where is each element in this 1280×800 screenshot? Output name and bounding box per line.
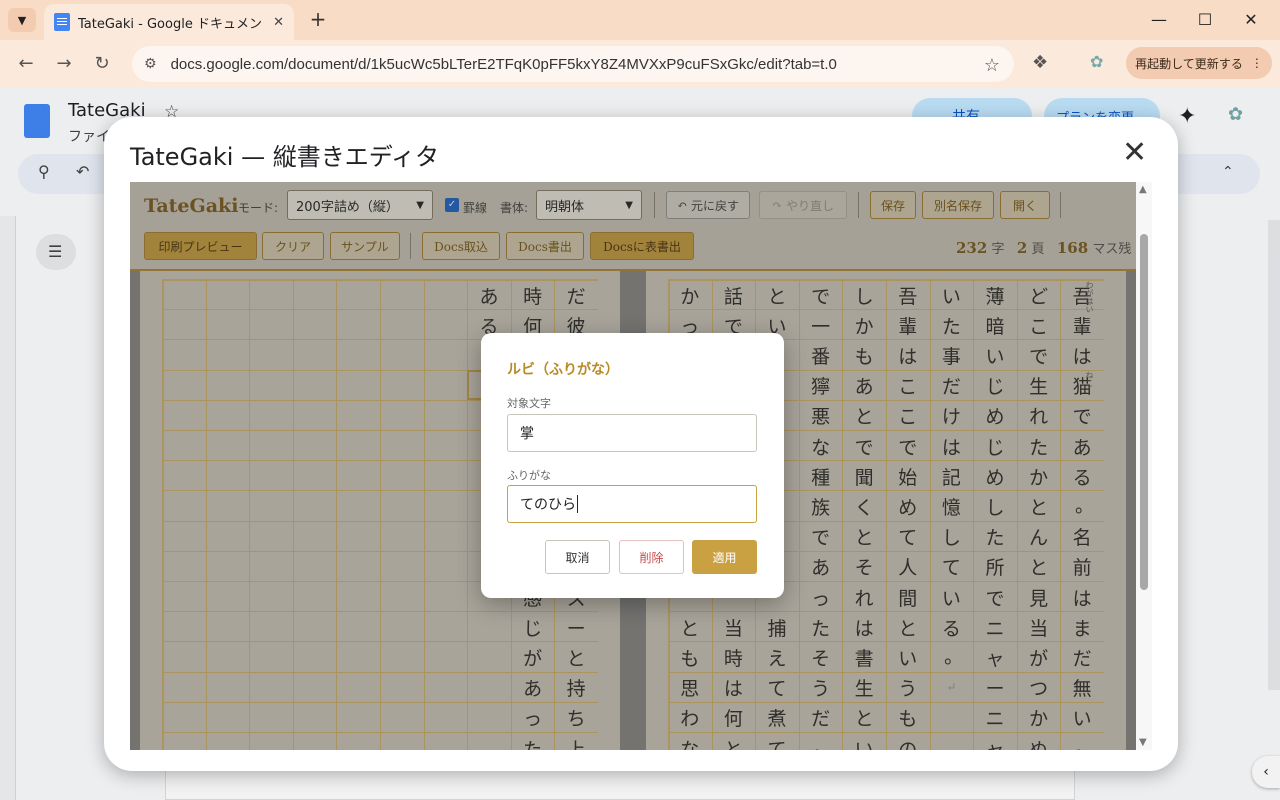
url-text: docs.google.com/document/d/1k5ucWc5bLTer… (170, 55, 837, 73)
minimize-icon[interactable]: — (1136, 6, 1182, 34)
extensions-icon[interactable]: ❖ (1032, 52, 1048, 73)
profile-icon[interactable]: ✿ (1090, 52, 1103, 71)
ruby-dialog: ルビ（ふりがな） 対象文字 掌 ふりがな てのひら 取消 削除 適用 (481, 333, 784, 598)
address-bar[interactable]: ⚙ docs.google.com/document/d/1k5ucWc5bLT… (132, 46, 1014, 82)
apply-button[interactable]: 適用 (692, 540, 757, 574)
google-docs-icon (54, 13, 70, 31)
cancel-button[interactable]: 取消 (545, 540, 610, 574)
close-icon[interactable]: ✕ (273, 15, 284, 30)
star-icon[interactable]: ☆ (984, 55, 1000, 76)
furigana-label: ふりがな (507, 469, 551, 482)
scroll-thumb[interactable] (1140, 234, 1148, 590)
delete-button[interactable]: 削除 (619, 540, 684, 574)
tab-title: TateGaki - Google ドキュメント (78, 16, 266, 32)
browser-tab[interactable]: TateGaki - Google ドキュメント ✕ (44, 4, 294, 40)
tab-search-button[interactable]: ▼ (8, 8, 36, 32)
scroll-down-icon[interactable]: ▼ (1139, 737, 1147, 748)
close-window-icon[interactable]: ✕ (1228, 6, 1274, 34)
forward-icon[interactable]: → (52, 52, 76, 76)
restart-update-button[interactable]: 再起動して更新する ⋮ (1126, 47, 1272, 79)
reload-icon[interactable]: ↻ (90, 52, 114, 76)
maximize-icon[interactable]: ☐ (1182, 6, 1228, 34)
back-icon[interactable]: ← (14, 52, 38, 76)
site-info-icon[interactable]: ⚙ (144, 56, 157, 72)
plus-icon[interactable]: + (306, 8, 330, 32)
target-input[interactable]: 掌 (507, 414, 757, 452)
target-label: 対象文字 (507, 397, 551, 410)
scroll-up-icon[interactable]: ▲ (1139, 184, 1147, 195)
modal-title: TateGaki — 縦書きエディタ (130, 143, 440, 171)
ruby-dialog-title: ルビ（ふりがな） (507, 362, 619, 378)
close-icon[interactable]: ✕ (1122, 138, 1147, 168)
text-caret (577, 495, 578, 513)
chevron-down-icon: ▼ (17, 13, 27, 27)
tategaki-app-frame: TateGaki モード: 200字詰め（縦） ▼ ✓ 罫線 書体: 明朝体 ▼ ↶… (130, 182, 1136, 750)
furigana-input[interactable]: てのひら (507, 485, 757, 523)
more-icon: ⋮ (1250, 56, 1263, 70)
modal-scrollbar[interactable]: ▲ ▼ (1136, 182, 1152, 750)
